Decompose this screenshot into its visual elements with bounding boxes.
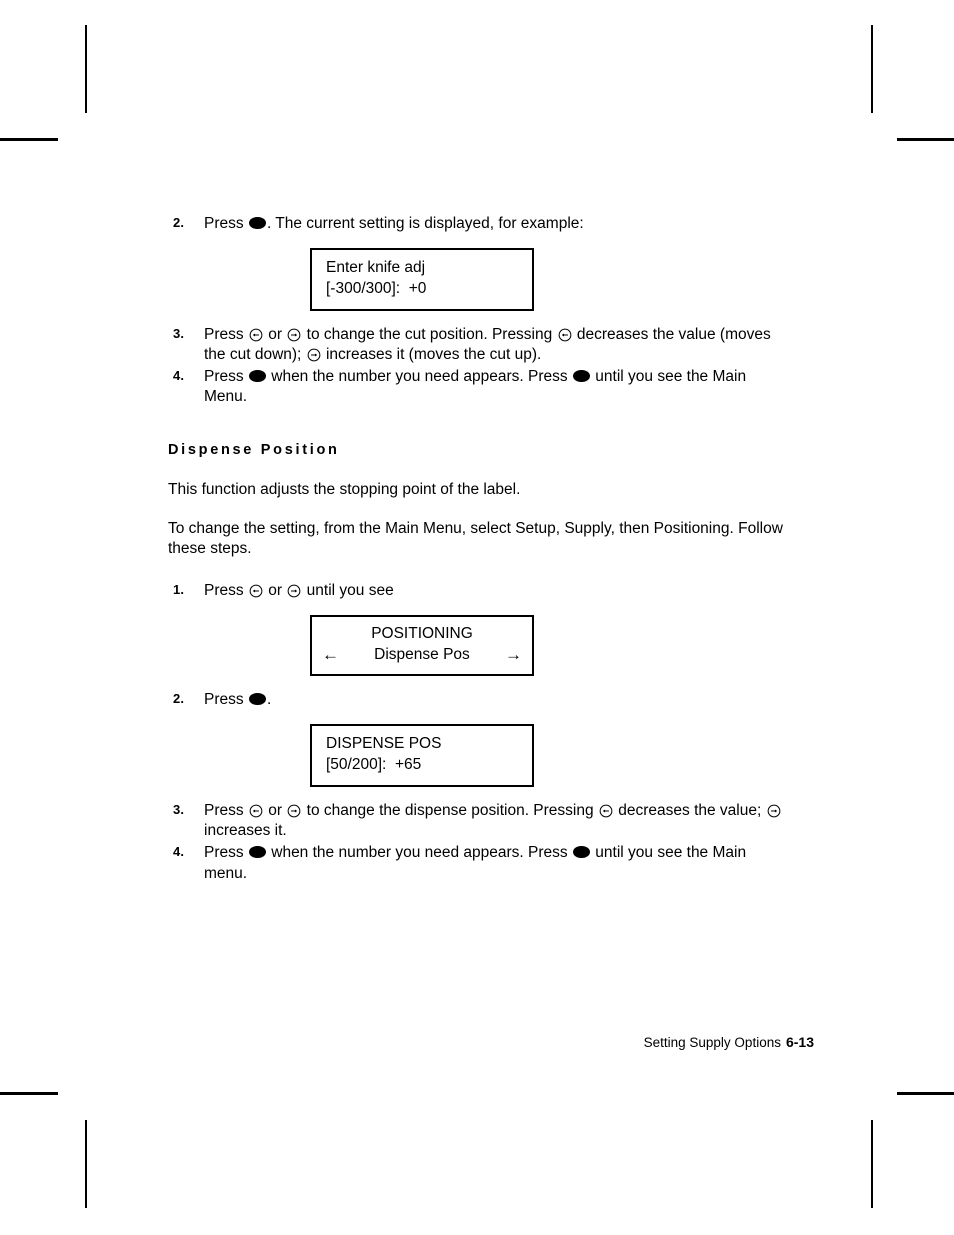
lcd-line-1: DISPENSE POS	[326, 735, 442, 753]
step-text-part: or	[268, 802, 283, 820]
step-text-before: Press	[204, 215, 244, 232]
step-text-part: to change the dispense position. Pressin…	[306, 802, 594, 820]
left-arrow-key-icon	[249, 328, 263, 342]
enter-key-icon	[248, 845, 266, 859]
step-text-part: or	[268, 582, 283, 600]
step-text: Press when the number you need appears. …	[204, 844, 746, 881]
step-text-part: Press	[204, 691, 244, 709]
step-text: Press .	[204, 691, 271, 708]
lcd-display-knife-adj: Enter knife adj [-300/300]: +0	[310, 248, 534, 312]
lcd-right-arrow-icon: →	[505, 645, 522, 665]
step-item: 2. Press .	[168, 690, 788, 710]
step-number: 4.	[173, 368, 185, 384]
lcd-option-row: ← Dispense Pos →	[322, 645, 522, 665]
step-text-part: Press	[204, 368, 244, 386]
right-arrow-key-icon	[287, 328, 301, 342]
left-arrow-key-icon	[558, 328, 572, 342]
crop-mark-top-left-vertical	[85, 25, 87, 113]
step-item: 4. Press when the number you need appear…	[168, 843, 788, 883]
enter-key-icon	[248, 216, 266, 229]
step-text-part: when the number you need appears. Press	[271, 368, 568, 386]
step-number: 1.	[173, 582, 185, 598]
lcd-line-2: [-300/300]: +0	[326, 279, 427, 297]
step-item: 3. Press or to change the dispense posit…	[168, 801, 788, 841]
right-arrow-key-icon	[287, 584, 301, 598]
step-text-part: when the number you need appears. Press	[271, 844, 568, 862]
step-number: 3.	[173, 326, 185, 342]
step-text-after: . The current setting is displayed, for …	[266, 215, 584, 232]
step-text-part: .	[266, 691, 272, 709]
left-arrow-key-icon	[249, 804, 263, 818]
step-text-part: increases it (moves the cut up).	[325, 346, 542, 364]
lcd-line-1: Enter knife adj	[326, 259, 426, 277]
step-text-part: or	[268, 326, 283, 344]
step-text: Press or to change the cut position. Pre…	[204, 326, 771, 363]
step-text-part: Press	[204, 582, 244, 600]
step-text-part: Press	[204, 326, 244, 344]
crop-mark-bottom-right-horizontal	[897, 1092, 954, 1095]
step-number: 4.	[173, 844, 185, 860]
lcd-display-dispense-pos: DISPENSE POS [50/200]: +65	[310, 724, 534, 788]
lcd-line-2: [50/200]: +65	[326, 755, 422, 773]
step-text: Press or to change the dispense position…	[204, 802, 782, 839]
footer-page-number: 6-13	[785, 1034, 814, 1050]
lcd-option-label: Dispense Pos	[374, 645, 470, 663]
lcd-title: POSITIONING	[371, 625, 473, 643]
crop-mark-top-left-horizontal	[0, 138, 58, 141]
step-text: Press or until you see	[204, 582, 394, 599]
step-text: Press when the number you need appears. …	[204, 368, 746, 405]
step-text-part: until you see	[306, 582, 394, 600]
right-arrow-key-icon	[307, 348, 321, 362]
page-content: 2. Press . The current setting is displa…	[168, 214, 788, 886]
page-footer: Setting Supply Options 6-13	[644, 1034, 814, 1050]
enter-key-icon	[572, 369, 590, 383]
footer-chapter-title: Setting Supply Options	[643, 1035, 781, 1050]
crop-mark-top-right-vertical	[871, 25, 873, 113]
step-item: 1. Press or until you see	[168, 581, 788, 601]
lcd-left-arrow-icon: ←	[322, 645, 339, 665]
step-number: 3.	[173, 802, 185, 818]
step-item: 4. Press when the number you need appear…	[168, 367, 788, 407]
step-text-part: to change the cut position. Pressing	[306, 326, 553, 344]
step-item: 3. Press or to change the cut position. …	[168, 325, 788, 365]
step-text-part: increases it.	[204, 822, 287, 840]
crop-mark-bottom-right-vertical	[871, 1120, 873, 1208]
left-arrow-key-icon	[249, 584, 263, 598]
step-text-part: Press	[204, 802, 244, 820]
step-item: 2. Press . The current setting is displa…	[168, 214, 788, 234]
navigation-paragraph: To change the setting, from the Main Men…	[168, 519, 783, 557]
section-heading-dispense-position: Dispense Position	[168, 441, 340, 458]
enter-key-icon	[248, 692, 266, 706]
enter-key-icon	[248, 369, 266, 383]
step-text: Press . The current setting is displayed…	[204, 215, 584, 232]
lcd-display-positioning: POSITIONING ← Dispense Pos →	[310, 615, 534, 677]
enter-key-icon	[572, 845, 590, 859]
left-arrow-key-icon	[599, 804, 613, 818]
crop-mark-bottom-left-vertical	[85, 1120, 87, 1208]
crop-mark-bottom-left-horizontal	[0, 1092, 58, 1095]
right-arrow-key-icon	[287, 804, 301, 818]
step-text-part: decreases the value;	[618, 802, 762, 820]
step-text-part: Press	[204, 844, 244, 862]
step-number: 2.	[173, 215, 185, 230]
crop-mark-top-right-horizontal	[897, 138, 954, 141]
right-arrow-key-icon	[767, 804, 781, 818]
step-number: 2.	[173, 691, 185, 707]
intro-paragraph: This function adjusts the stopping point…	[168, 480, 521, 498]
